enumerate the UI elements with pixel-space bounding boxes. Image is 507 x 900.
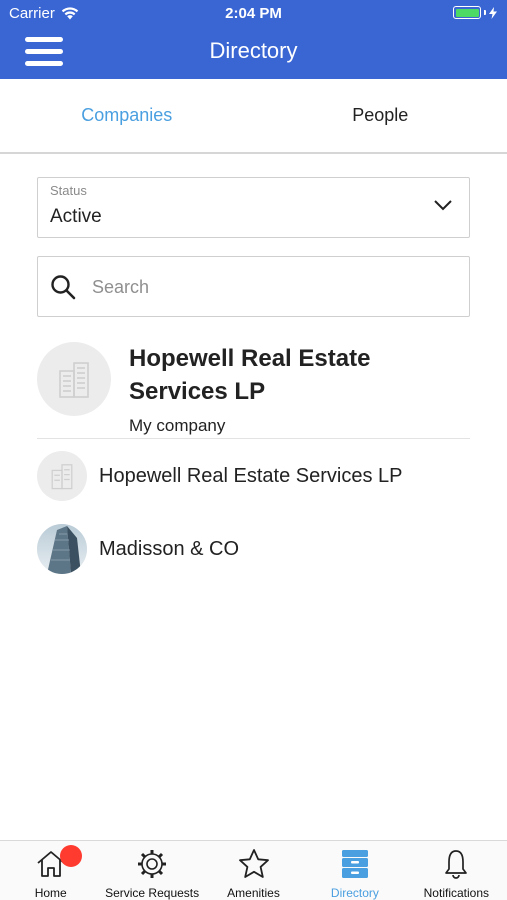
status-select-label: Status [50,183,87,198]
star-icon [237,847,271,881]
nav-directory-label: Directory [330,886,379,900]
page-title: Directory [209,38,298,63]
search-box [37,256,470,317]
status-bar: Carrier 2:04 PM [0,0,507,28]
gear-icon [135,847,169,881]
tab-people[interactable]: People [254,79,507,152]
nav-amenities[interactable]: Amenities [203,841,304,900]
bottom-nav: Home Service Requests Amenities Director… [0,840,507,900]
company-name: Hopewell Real Estate Services LP [99,464,403,487]
chevron-down-icon [434,200,452,211]
directory-tabs: Companies People [0,79,507,154]
nav-home-label: Home [34,886,67,900]
building-icon [51,464,73,490]
my-company-name: Hopewell Real Estate Services LP [129,345,371,405]
list-item[interactable]: Madisson & CO [37,524,470,574]
tab-companies[interactable]: Companies [0,79,254,152]
top-bar: Carrier 2:04 PM Directory [0,0,507,79]
nav-amenities-label: Amenities [227,886,280,900]
nav-service-requests-label: Service Requests [105,886,200,900]
building-icon [59,362,89,398]
nav-notifications[interactable]: Notifications [406,841,507,900]
notification-badge [60,845,82,867]
my-company-card[interactable]: Hopewell Real Estate Services LP My comp… [37,340,470,439]
company-avatar [37,342,111,416]
nav-home[interactable]: Home [0,841,101,900]
company-avatar [37,451,87,501]
nav-directory[interactable]: Directory [304,841,405,900]
status-select-value: Active [50,206,102,227]
my-company-subtitle: My company [129,416,226,435]
skyscraper-photo [37,524,87,574]
skyscraper-icon [37,524,87,574]
company-name: Madisson & CO [99,537,240,560]
bell-icon [439,847,473,881]
search-input[interactable] [92,269,452,305]
status-time: 2:04 PM [225,5,282,22]
search-icon [51,275,76,300]
charging-icon [489,6,497,19]
directory-icon [338,847,372,881]
nav-notifications-label: Notifications [423,886,490,900]
status-select[interactable]: Status Active [37,177,470,238]
nav-service-requests[interactable]: Service Requests [101,841,202,900]
battery-icon [453,6,497,19]
list-item[interactable]: Hopewell Real Estate Services LP [37,451,470,501]
